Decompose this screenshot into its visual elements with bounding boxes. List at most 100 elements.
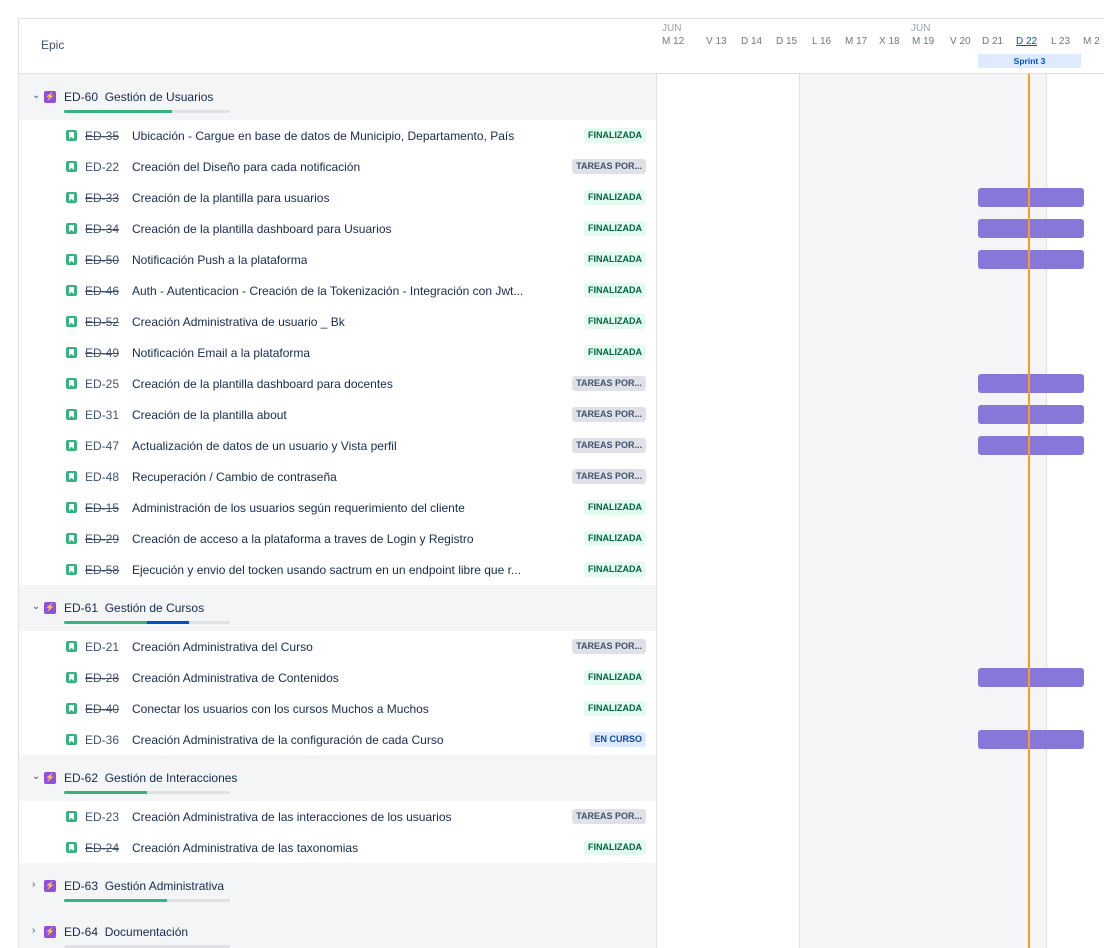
chevron-down-icon[interactable]: ⌄ [32, 90, 40, 101]
status-badge[interactable]: FINALIZADA [584, 314, 646, 329]
epic-link[interactable]: ED-63 Gestión Administrativa [64, 879, 224, 893]
issue-title[interactable]: Creación de acceso a la plataforma a tra… [132, 532, 474, 546]
issue-title[interactable]: Creación Administrativa del Curso [132, 640, 313, 654]
issue-row[interactable]: ED-36 Creación Administrativa de la confi… [19, 724, 1104, 755]
issue-title[interactable]: Creación Administrativa de las interacci… [132, 810, 452, 824]
issue-key[interactable]: ED-23 [85, 810, 119, 824]
schedule-bar[interactable] [978, 405, 1084, 424]
issue-row[interactable]: ED-50 Notificación Push a la plataforma FI… [19, 244, 1104, 275]
issue-title[interactable]: Administración de los usuarios según req… [132, 501, 465, 515]
status-badge[interactable]: TAREAS POR... [572, 809, 646, 824]
issue-title[interactable]: Conectar los usuarios con los cursos Muc… [132, 702, 429, 716]
schedule-bar[interactable] [978, 436, 1084, 455]
status-badge[interactable]: FINALIZADA [584, 345, 646, 360]
status-badge[interactable]: TAREAS POR... [572, 469, 646, 484]
epic-link[interactable]: ED-62 Gestión de Interacciones [64, 771, 237, 785]
status-badge[interactable]: FINALIZADA [584, 221, 646, 236]
issue-title[interactable]: Creación Administrativa de Contenidos [132, 671, 339, 685]
issue-title[interactable]: Creación Administrativa de las taxonomia… [132, 841, 358, 855]
issue-row[interactable]: ED-40 Conectar los usuarios con los curso… [19, 693, 1104, 724]
schedule-bar[interactable] [978, 668, 1084, 687]
status-badge[interactable]: FINALIZADA [584, 701, 646, 716]
status-badge[interactable]: TAREAS POR... [572, 159, 646, 174]
issue-title[interactable]: Creación del Diseño para cada notificaci… [132, 160, 360, 174]
epic-link[interactable]: ED-60 Gestión de Usuarios [64, 90, 213, 104]
schedule-bar[interactable] [978, 250, 1084, 269]
issue-row[interactable]: ED-25 Creación de la plantilla dashboard … [19, 368, 1104, 399]
schedule-bar[interactable] [978, 219, 1084, 238]
issue-key[interactable]: ED-24 [85, 841, 119, 855]
issue-title[interactable]: Recuperación / Cambio de contraseña [132, 470, 337, 484]
sprint-label[interactable]: Sprint 3 [978, 54, 1081, 68]
issue-key[interactable]: ED-31 [85, 408, 119, 422]
issue-row[interactable]: ED-35 Ubicación - Cargue en base de datos… [19, 120, 1104, 151]
status-badge[interactable]: FINALIZADA [584, 128, 646, 143]
epic-row[interactable]: ⌄ ⚡ ED-60 Gestión de Usuarios [19, 74, 1104, 120]
epic-link[interactable]: ED-61 Gestión de Cursos [64, 601, 204, 615]
issue-key[interactable]: ED-47 [85, 439, 119, 453]
issue-title[interactable]: Creación Administrativa de usuario _ Bk [132, 315, 345, 329]
issue-row[interactable]: ED-29 Creación de acceso a la plataforma … [19, 523, 1104, 554]
status-badge[interactable]: TAREAS POR... [572, 407, 646, 422]
epic-row[interactable]: ⌄ ⚡ ED-62 Gestión de Interacciones [19, 755, 1104, 801]
issue-row[interactable]: ED-22 Creación del Diseño para cada notif… [19, 151, 1104, 182]
issue-row[interactable]: ED-28 Creación Administrativa de Contenid… [19, 662, 1104, 693]
status-badge[interactable]: EN CURSO [590, 732, 646, 747]
status-badge[interactable]: FINALIZADA [584, 283, 646, 298]
issue-title[interactable]: Auth - Autenticacion - Creación de la To… [132, 284, 523, 298]
issue-key[interactable]: ED-34 [85, 222, 119, 236]
issue-row[interactable]: ED-31 Creación de la plantilla about TAREA… [19, 399, 1104, 430]
status-badge[interactable]: TAREAS POR... [572, 438, 646, 453]
issue-key[interactable]: ED-36 [85, 733, 119, 747]
issue-key[interactable]: ED-29 [85, 532, 119, 546]
issue-key[interactable]: ED-33 [85, 191, 119, 205]
status-badge[interactable]: TAREAS POR... [572, 639, 646, 654]
issue-key[interactable]: ED-28 [85, 671, 119, 685]
issue-title[interactable]: Creación de la plantilla dashboard para … [132, 377, 393, 391]
issue-title[interactable]: Notificación Email a la plataforma [132, 346, 310, 360]
issue-key[interactable]: ED-15 [85, 501, 119, 515]
issue-row[interactable]: ED-33 Creación de la plantilla para usuar… [19, 182, 1104, 213]
epic-row[interactable]: ⌄ ⚡ ED-61 Gestión de Cursos [19, 585, 1104, 631]
issue-key[interactable]: ED-58 [85, 563, 119, 577]
issue-key[interactable]: ED-35 [85, 129, 119, 143]
issue-row[interactable]: ED-24 Creación Administrativa de las taxo… [19, 832, 1104, 863]
issue-key[interactable]: ED-22 [85, 160, 119, 174]
issue-title[interactable]: Creación Administrativa de la configurac… [132, 733, 444, 747]
issue-key[interactable]: ED-40 [85, 702, 119, 716]
issue-title[interactable]: Creación de la plantilla para usuarios [132, 191, 329, 205]
issue-title[interactable]: Creación de la plantilla about [132, 408, 287, 422]
issue-row[interactable]: ED-34 Creación de la plantilla dashboard … [19, 213, 1104, 244]
issue-key[interactable]: ED-49 [85, 346, 119, 360]
issue-row[interactable]: ED-58 Ejecución y envio del tocken usando… [19, 554, 1104, 585]
issue-row[interactable]: ED-47 Actualización de datos de un usuari… [19, 430, 1104, 461]
issue-title[interactable]: Notificación Push a la plataforma [132, 253, 307, 267]
issue-row[interactable]: ED-15 Administración de los usuarios segú… [19, 492, 1104, 523]
status-badge[interactable]: FINALIZADA [584, 562, 646, 577]
status-badge[interactable]: FINALIZADA [584, 190, 646, 205]
issue-key[interactable]: ED-48 [85, 470, 119, 484]
status-badge[interactable]: FINALIZADA [584, 252, 646, 267]
status-badge[interactable]: FINALIZADA [584, 500, 646, 515]
issue-title[interactable]: Ubicación - Cargue en base de datos de M… [132, 129, 514, 143]
epic-row[interactable]: › ⚡ ED-63 Gestión Administrativa [19, 863, 1104, 909]
issue-row[interactable]: ED-49 Notificación Email a la plataforma F… [19, 337, 1104, 368]
issue-title[interactable]: Creación de la plantilla dashboard para … [132, 222, 392, 236]
issue-row[interactable]: ED-23 Creación Administrativa de las inte… [19, 801, 1104, 832]
chevron-right-icon[interactable]: › [32, 879, 35, 890]
epic-row[interactable]: › ⚡ ED-64 Documentación [19, 909, 1104, 948]
issue-key[interactable]: ED-46 [85, 284, 119, 298]
issue-row[interactable]: ED-48 Recuperación / Cambio de contraseña… [19, 461, 1104, 492]
issue-row[interactable]: ED-52 Creación Administrativa de usuario … [19, 306, 1104, 337]
issue-title[interactable]: Actualización de datos de un usuario y V… [132, 439, 397, 453]
issue-title[interactable]: Ejecución y envio del tocken usando sact… [132, 563, 521, 577]
chevron-down-icon[interactable]: ⌄ [32, 601, 40, 612]
issue-key[interactable]: ED-50 [85, 253, 119, 267]
chevron-down-icon[interactable]: ⌄ [32, 771, 40, 782]
schedule-bar[interactable] [978, 730, 1084, 749]
status-badge[interactable]: FINALIZADA [584, 531, 646, 546]
epic-link[interactable]: ED-64 Documentación [64, 925, 188, 939]
status-badge[interactable]: FINALIZADA [584, 840, 646, 855]
schedule-bar[interactable] [978, 374, 1084, 393]
issue-row[interactable]: ED-21 Creación Administrativa del Curso TA… [19, 631, 1104, 662]
